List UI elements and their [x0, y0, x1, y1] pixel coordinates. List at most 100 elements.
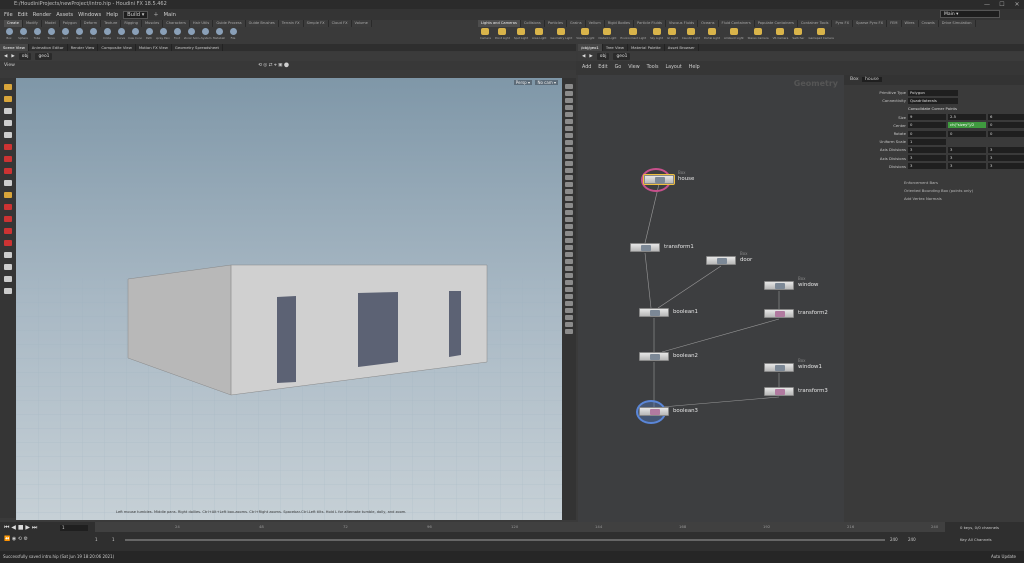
shelf-tool[interactable]: Ambient Light — [722, 27, 746, 44]
param-field[interactable]: 3 — [988, 163, 1024, 170]
shelf-tab[interactable]: Particles — [544, 20, 567, 27]
param-checkbox[interactable]: Enforcement Bars — [904, 179, 1024, 186]
shelf-tool[interactable]: Tube — [30, 27, 44, 44]
back-icon[interactable]: ◀ — [582, 54, 585, 59]
display-option-icon[interactable] — [565, 287, 573, 292]
tool-icon[interactable] — [4, 168, 12, 174]
tool-icon[interactable] — [4, 96, 12, 102]
auto-update-toggle[interactable]: Auto Update — [991, 551, 1016, 563]
shelf-tab[interactable]: Cloud FX — [328, 20, 352, 27]
path-obj[interactable]: obj — [18, 53, 32, 60]
display-option-icon[interactable] — [565, 147, 573, 152]
display-option-icon[interactable] — [565, 273, 573, 278]
display-option-icon[interactable] — [565, 189, 573, 194]
shelf-tool[interactable]: Platonic Solids — [184, 27, 198, 44]
shelf-tool[interactable]: Distant Light — [596, 27, 618, 44]
shelf-tab[interactable]: Sparse Pyro FX — [853, 20, 888, 27]
tool-icon[interactable] — [4, 240, 12, 246]
path-geo1[interactable]: geo1 — [613, 53, 631, 60]
shelf-tab[interactable]: Collisions — [520, 20, 545, 27]
param-field[interactable]: 0 — [908, 122, 946, 129]
display-option-icon[interactable] — [565, 98, 573, 103]
shelf-tab[interactable]: Fluid Containers — [718, 20, 755, 27]
pane-tab[interactable]: Material Palette — [628, 44, 665, 51]
display-option-icon[interactable] — [565, 168, 573, 173]
display-option-icon[interactable] — [565, 329, 573, 334]
param-menu[interactable]: Polygon — [908, 89, 958, 96]
network-node[interactable] — [764, 281, 794, 290]
pane-tab[interactable]: Composite View — [98, 44, 136, 51]
shelf-tool[interactable]: Circle — [100, 27, 114, 44]
display-option-icon[interactable] — [565, 119, 573, 124]
shelf-tab[interactable]: Particle Fluids — [634, 20, 666, 27]
node-name[interactable]: transform2 — [798, 310, 828, 316]
network-node[interactable] — [630, 243, 660, 252]
forward-icon[interactable]: ▶ — [11, 54, 14, 59]
shelf-tab[interactable]: Container Tools — [797, 20, 833, 27]
network-menu-item[interactable]: Tools — [647, 65, 659, 70]
tool-icon[interactable] — [4, 204, 12, 210]
maximize-button[interactable]: ☐ — [995, 0, 1009, 9]
desktop-selector[interactable]: Build ▾ — [123, 10, 149, 19]
menu-render[interactable]: Render — [33, 12, 51, 18]
pane-tab[interactable]: Render View — [68, 44, 99, 51]
param-field[interactable]: ch("sizey")/2 — [948, 122, 986, 129]
shelf-tab[interactable]: Terrain FX — [278, 20, 304, 27]
node-name[interactable]: window — [798, 282, 818, 288]
shelf-tab[interactable]: Viscous Fluids — [665, 20, 699, 27]
range-start-field[interactable]: 1 — [95, 537, 98, 542]
shelf-tool[interactable]: File — [226, 27, 240, 44]
shelf-tab[interactable]: Characters — [163, 20, 190, 27]
camera-menu[interactable]: No cam ▾ — [535, 80, 558, 85]
display-option-icon[interactable] — [565, 91, 573, 96]
minimize-button[interactable]: — — [980, 0, 994, 9]
shelf-tool[interactable]: Path — [142, 27, 156, 44]
menu-windows[interactable]: Windows — [78, 12, 101, 18]
shelf-tool[interactable]: Draw Curve — [128, 27, 142, 44]
node-name[interactable]: boolean3 — [673, 408, 698, 414]
display-option-icon[interactable] — [565, 210, 573, 215]
tool-icon[interactable] — [4, 120, 12, 126]
node-name[interactable]: boolean2 — [673, 353, 698, 359]
shelf-tab[interactable]: Texture — [101, 20, 122, 27]
shelf-tab[interactable]: Vellum — [585, 20, 605, 27]
param-field[interactable]: 0 — [908, 130, 946, 137]
view-tools-icons[interactable]: ⟲ ◎ ⇄ ⌖ ▣ ⬤ — [258, 61, 289, 70]
param-field[interactable]: 3 — [948, 146, 986, 153]
shelf-tab[interactable]: Modify — [22, 20, 42, 27]
network-menu-item[interactable]: Add — [582, 65, 591, 70]
shelf-tab[interactable]: Guide Brushes — [245, 20, 279, 27]
display-option-icon[interactable] — [565, 224, 573, 229]
shelf-tab[interactable]: Drive Simulation — [938, 20, 976, 27]
shelf-tool[interactable]: Sphere — [16, 27, 30, 44]
shelf-tab[interactable]: Oceans — [698, 20, 719, 27]
time-options-icons[interactable]: ⏪ ◉ ⟲ ⚙ — [4, 536, 28, 542]
param-field[interactable]: 6 — [988, 114, 1024, 121]
display-option-icon[interactable] — [565, 301, 573, 306]
tool-icon[interactable] — [4, 276, 12, 282]
display-option-icon[interactable] — [565, 231, 573, 236]
shelf-tool[interactable]: Volume Light — [574, 27, 596, 44]
display-option-icon[interactable] — [565, 161, 573, 166]
tool-icon[interactable] — [4, 108, 12, 114]
shelf-tab[interactable]: Model — [41, 20, 60, 27]
network-editor[interactable]: Geometry house Box transform1 door Box window… — [578, 75, 844, 522]
tool-icon[interactable] — [4, 192, 12, 198]
display-option-icon[interactable] — [565, 84, 573, 89]
menu-file[interactable]: File — [4, 12, 13, 18]
range-start2-field[interactable]: 1 — [112, 537, 115, 542]
param-checkbox[interactable]: Add Vertex Normals — [904, 195, 1024, 202]
range-end-field[interactable]: 240 — [890, 537, 898, 542]
shelf-tool[interactable]: Portal Light — [702, 27, 722, 44]
tool-icon[interactable] — [4, 180, 12, 186]
display-option-icon[interactable] — [565, 182, 573, 187]
desktop-main-selector[interactable]: Main ▾ — [940, 10, 1000, 18]
display-option-icon[interactable] — [565, 322, 573, 327]
tool-icon[interactable] — [4, 264, 12, 270]
display-option-icon[interactable] — [565, 315, 573, 320]
shelf-tab[interactable]: Deform — [80, 20, 102, 27]
shelf-tab[interactable]: Create — [4, 20, 23, 27]
node-name[interactable]: transform3 — [798, 388, 828, 394]
shelf-tab[interactable]: Rigging — [121, 20, 142, 27]
shelf-tab[interactable]: Grains — [566, 20, 586, 27]
